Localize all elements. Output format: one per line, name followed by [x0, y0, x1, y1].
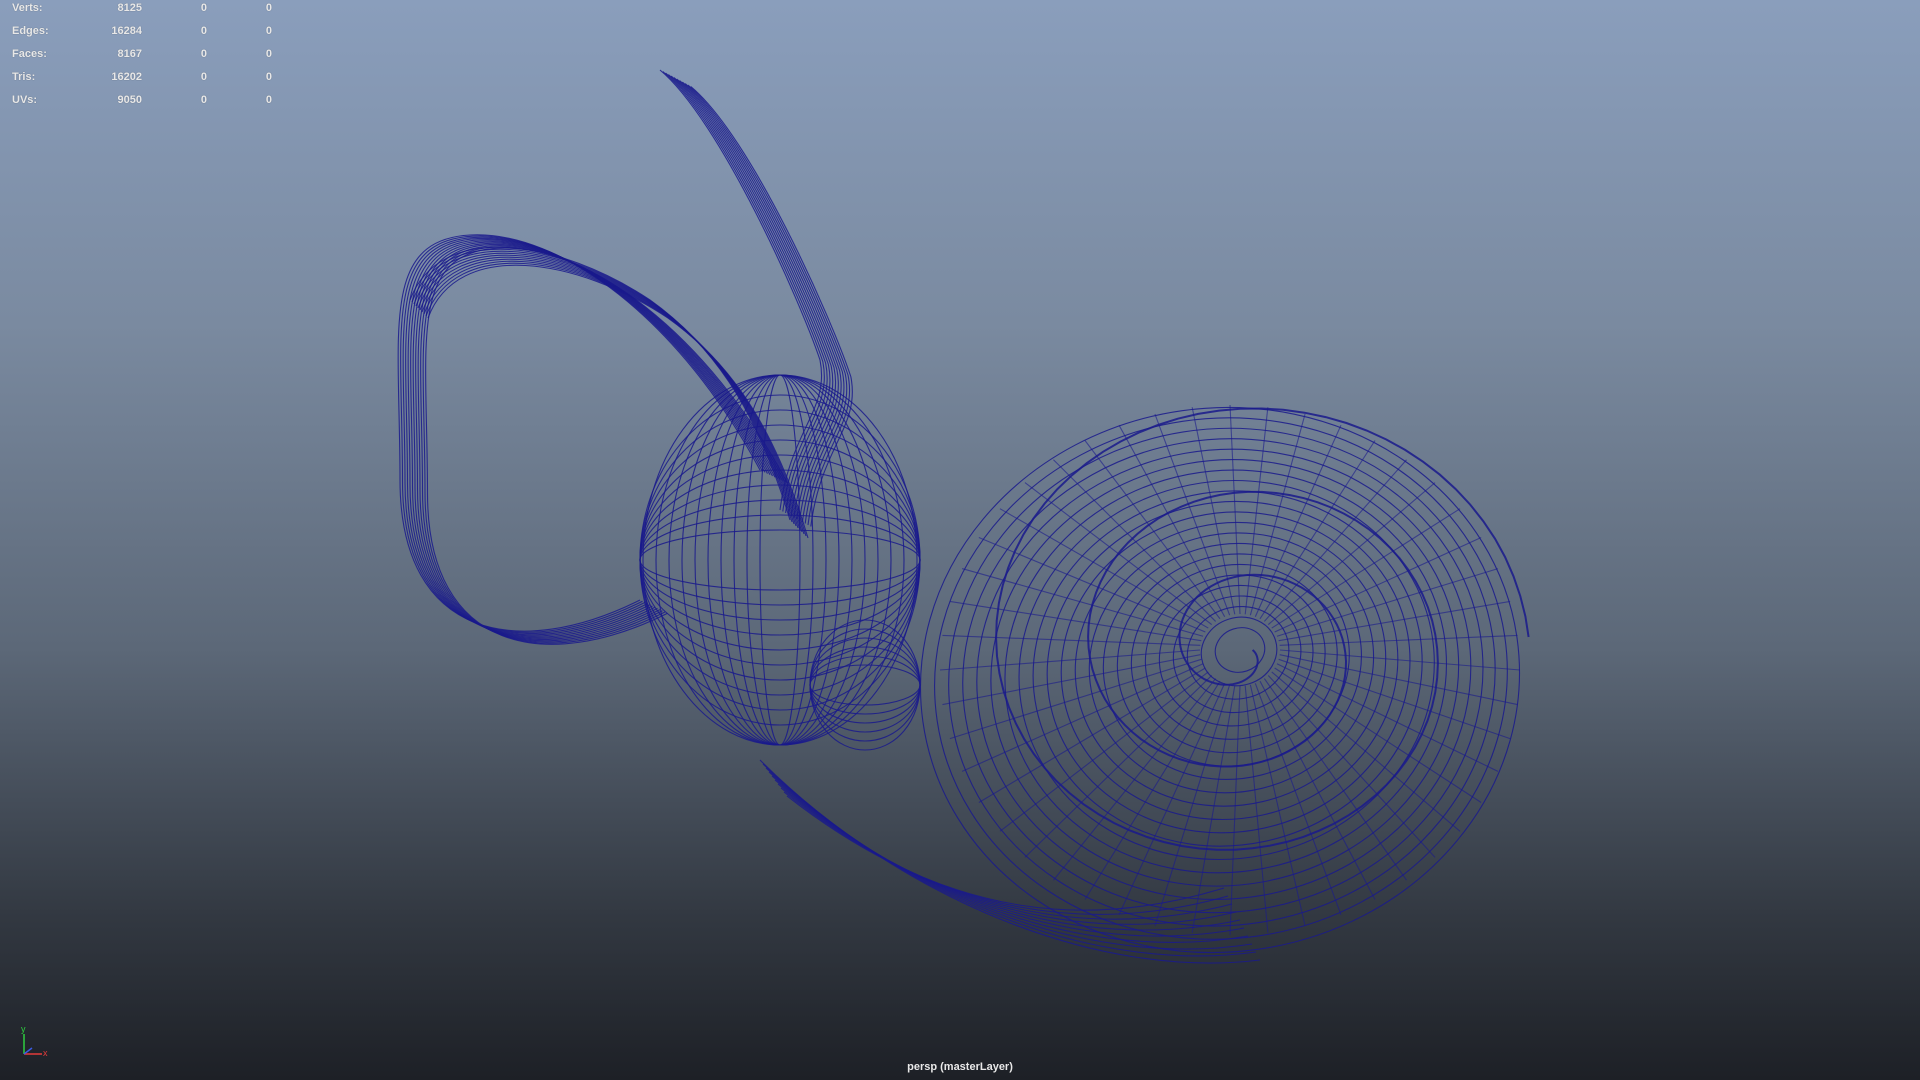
cochlea-ring [1060, 511, 1399, 821]
inner-ear-wireframe-model[interactable] [0, 0, 1920, 1080]
cochlea-spoke [1254, 424, 1342, 617]
cochlea-base-tube [780, 787, 1233, 920]
vestibule-longitude [642, 374, 918, 746]
posterior-canal-strand [423, 260, 805, 535]
cochlea-ring [1214, 627, 1266, 673]
cochlea-base-tube [783, 791, 1229, 915]
cochlea-spoke [1259, 440, 1376, 620]
cochlea-spoke [1249, 684, 1306, 927]
cochlea-spoke [1278, 600, 1511, 642]
cochlea-spoke [1053, 678, 1217, 881]
cochlea-ring [1046, 500, 1411, 834]
cochlea-base-tube [759, 759, 1261, 964]
cochlea-spoke [978, 667, 1206, 803]
anterior-canal-strand [668, 74, 831, 515]
cochlea-spoke [1053, 459, 1217, 622]
anterior-canal-strand [659, 69, 823, 511]
horizontal-canal-strand [415, 242, 778, 641]
camera-label: persp (masterLayer) [907, 1061, 1013, 1073]
semicircular-canal-mesh [397, 69, 853, 645]
cochlea-spoke [942, 654, 1201, 706]
horizontal-canal-strand [405, 237, 768, 636]
cochlea-spoke [1276, 568, 1499, 637]
cochlea-base-tube [771, 775, 1245, 937]
y-axis-label: y [21, 1024, 26, 1034]
cochlea-spoke [1278, 658, 1511, 740]
cochlea-spoke [1244, 407, 1269, 615]
cochlea-spoke [1274, 536, 1482, 633]
vestibule-longitude [668, 374, 892, 746]
anterior-canal-strand [665, 72, 828, 514]
cochlea-ring [948, 427, 1496, 927]
horizontal-canal-strand [412, 241, 776, 639]
cochlea-spoke [1267, 482, 1436, 625]
cochlea-spoke [1274, 667, 1482, 803]
posterior-canal-strand [421, 258, 803, 533]
horizontal-canal-strand [402, 236, 766, 635]
wireframe-mesh [397, 69, 1530, 964]
posterior-canal-strand [427, 264, 809, 539]
vestibule-longitude [681, 374, 879, 746]
z-axis-line [23, 1047, 33, 1055]
cochlea-spiral [995, 407, 1530, 851]
cochlea-spoke [1229, 404, 1241, 615]
vestibule-longitude [707, 374, 853, 746]
3d-viewport[interactable]: Verts: 8125 0 0 Edges: 16284 0 0 Faces: … [0, 0, 1920, 1080]
cochlea-spoke [978, 536, 1206, 633]
x-axis-label: x [43, 1048, 48, 1058]
cochlea-spoke [961, 663, 1204, 772]
cochlea-spoke [1271, 671, 1461, 832]
cochlea-spoke [1024, 482, 1213, 625]
cochlea-spoke [1279, 654, 1518, 706]
vestibule-mesh [639, 374, 921, 751]
horizontal-canal-strand [422, 246, 786, 644]
horizontal-canal-strand [420, 245, 783, 643]
axis-indicator: y x [21, 1024, 48, 1058]
cochlea-spoke [1024, 675, 1213, 858]
cochlea-spoke [1229, 685, 1241, 936]
cochlea-ring [1088, 532, 1375, 794]
cochlea-spoke [1259, 680, 1376, 900]
cochlea-spoke [1279, 649, 1521, 671]
saccule-ring [809, 646, 921, 724]
cochlea-spoke [949, 600, 1202, 642]
vestibule-longitude [759, 374, 801, 746]
horizontal-canal-strand [417, 243, 781, 642]
cochlea-spoke [1267, 675, 1436, 858]
saccule-ring [809, 628, 921, 742]
cochlea-spoke [1084, 440, 1221, 620]
saccule-ring [809, 664, 921, 706]
